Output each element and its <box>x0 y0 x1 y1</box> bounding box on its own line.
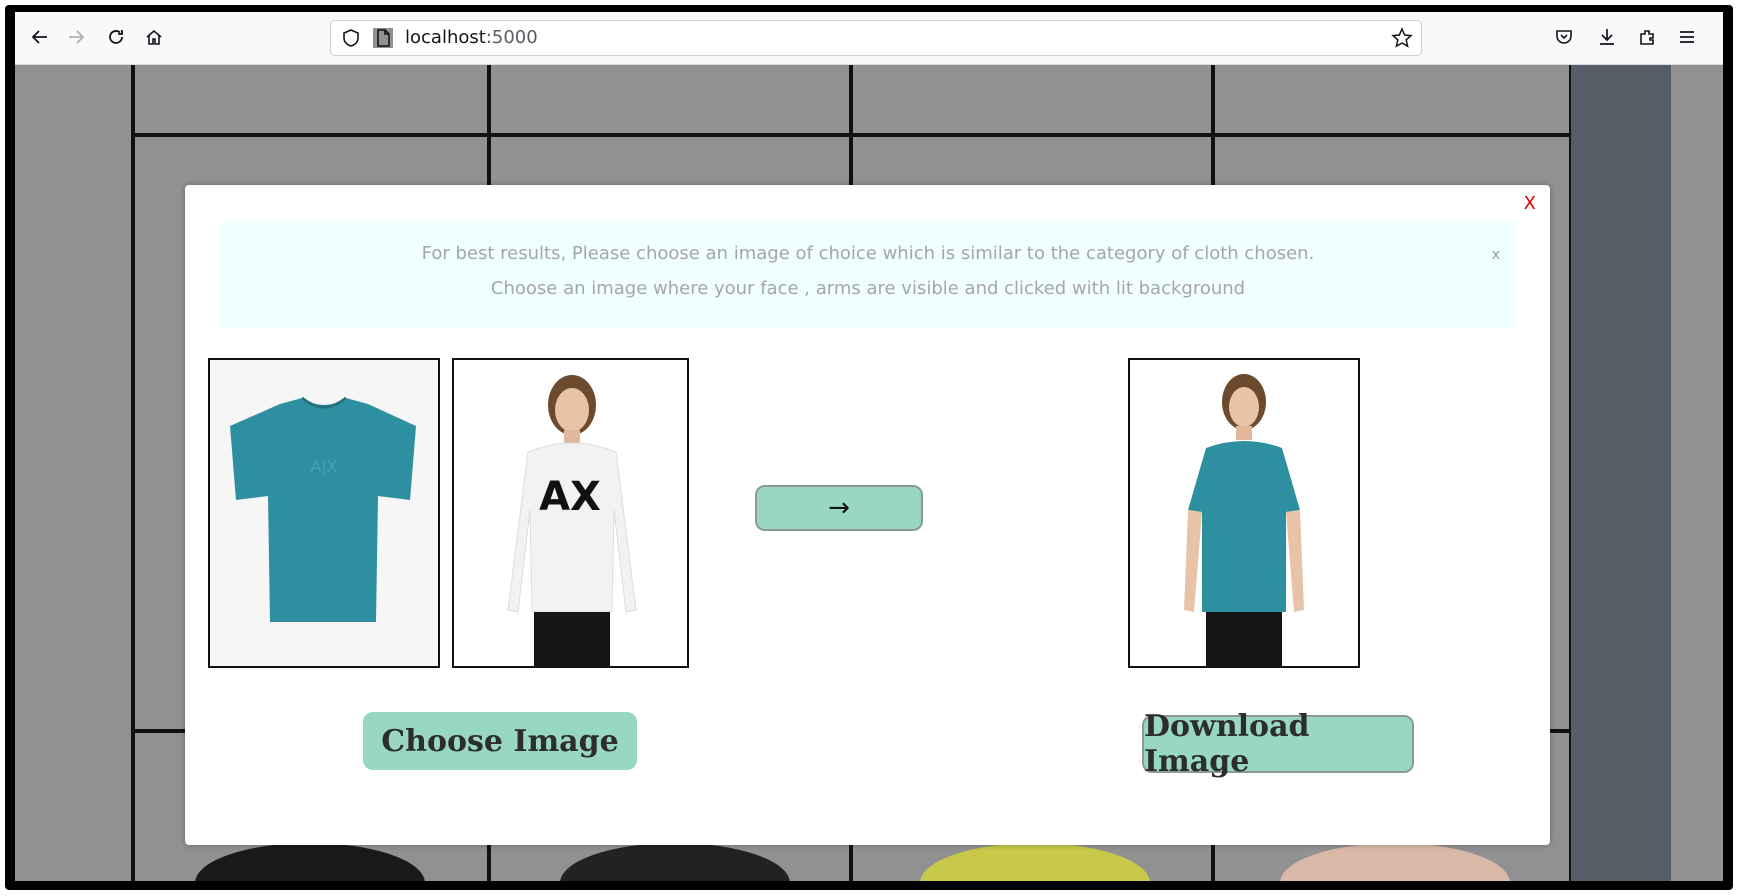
menu-icon[interactable] <box>1674 24 1700 50</box>
try-on-modal: X For best results, Please choose an ima… <box>185 185 1550 845</box>
download-icon[interactable] <box>1594 24 1620 50</box>
url-host: localhost <box>405 27 486 48</box>
download-image-button[interactable]: Download Image <box>1142 709 1414 779</box>
url-text[interactable]: localhost:5000 <box>405 27 538 48</box>
notice-line-1: For best results, Please choose an image… <box>421 243 1315 264</box>
grid-line <box>131 65 135 881</box>
browser-toolbar: localhost:5000 <box>15 12 1723 65</box>
side-panel <box>1571 65 1671 881</box>
url-port: :5000 <box>485 27 538 48</box>
arrow-right-icon: → <box>828 493 850 523</box>
choose-image-button[interactable]: Choose Image <box>363 712 637 770</box>
shirt-logo-text: AX <box>539 474 601 520</box>
product-image-peek <box>560 843 790 881</box>
url-bar[interactable]: localhost:5000 <box>330 20 1422 56</box>
result-image <box>1128 358 1360 668</box>
forward-icon[interactable] <box>63 24 89 50</box>
product-image-peek <box>195 843 425 881</box>
bookmark-star-icon[interactable] <box>1391 27 1413 49</box>
back-icon[interactable] <box>27 24 53 50</box>
reload-icon[interactable] <box>103 24 129 50</box>
product-image-peek <box>920 843 1150 881</box>
cloth-image: A|X <box>208 358 440 668</box>
notice-dismiss-button[interactable]: x <box>1492 247 1500 263</box>
page-icon <box>373 28 393 48</box>
grid-line <box>133 133 1571 137</box>
info-notice: For best results, Please choose an image… <box>220 221 1516 327</box>
pocket-icon[interactable] <box>1551 24 1577 50</box>
result-photo <box>1184 374 1304 666</box>
person-image: AX <box>452 358 689 668</box>
home-icon[interactable] <box>141 24 167 50</box>
shield-icon[interactable] <box>341 28 361 48</box>
tshirt-image: A|X <box>230 396 416 622</box>
tshirt-logo-text: A|X <box>310 457 337 476</box>
generate-arrow-button[interactable]: → <box>755 485 923 531</box>
person-photo: AX <box>507 375 637 666</box>
extensions-icon[interactable] <box>1634 24 1660 50</box>
modal-close-button[interactable]: X <box>1524 193 1536 214</box>
notice-line-2: Choose an image where your face , arms a… <box>490 278 1246 299</box>
product-image-peek <box>1280 843 1510 881</box>
